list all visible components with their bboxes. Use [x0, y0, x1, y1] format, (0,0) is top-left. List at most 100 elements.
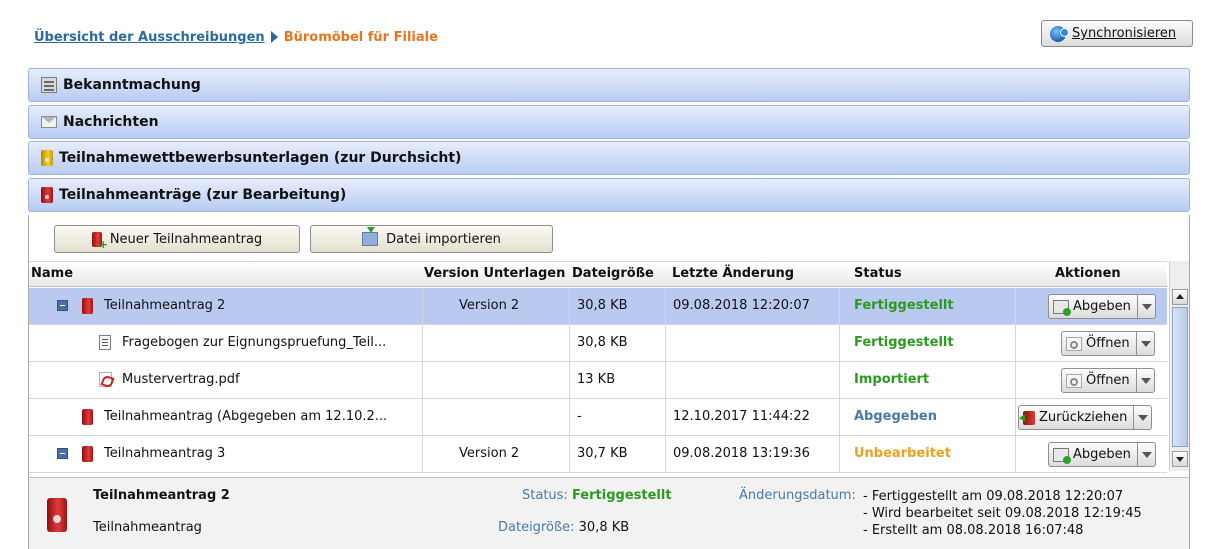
submit-icon — [1053, 299, 1071, 316]
details-size-value: 30,8 KB — [578, 520, 630, 535]
row-status: Importiert — [854, 372, 930, 387]
row-name: Fragebogen zur Eignungspruefung_Teil... — [122, 335, 387, 350]
details-status: Status: Fertiggestellt — [522, 488, 672, 503]
mail-icon — [41, 116, 57, 128]
row-name: Teilnahmeantrag (Abgegeben am 12.10.2... — [104, 409, 388, 424]
breadcrumb-current: Büromöbel für Filiale — [283, 30, 438, 45]
red-binder-icon — [82, 409, 93, 425]
submit-button[interactable]: Abgeben — [1048, 294, 1138, 319]
accordion-label: Nachrichten — [63, 114, 159, 130]
submit-button-label: Abgeben — [1073, 447, 1131, 462]
action-dropdown-chevron-icon[interactable] — [1137, 294, 1156, 319]
column-divider — [839, 288, 840, 324]
accordion-label: Teilnahmeanträge (zur Bearbeitung) — [59, 187, 347, 203]
history-entry: - Wird bearbeitet seit 09.08.2018 12:19:… — [863, 506, 1142, 521]
accordion-label: Teilnahmewettbewerbsunterlagen (zur Durc… — [59, 150, 462, 166]
breadcrumb-separator-icon — [270, 31, 278, 43]
scroll-down-arrow-icon[interactable] — [1172, 451, 1188, 467]
withdraw-button[interactable]: Zurückziehen — [1018, 405, 1135, 430]
row-name: Teilnahmeantrag 3 — [104, 446, 226, 461]
teilnahmeantraege-panel: Neuer Teilnahmeantrag Datei importieren … — [28, 215, 1190, 549]
sync-button[interactable]: Synchronisieren — [1041, 20, 1193, 47]
row-size: 13 KB — [577, 372, 616, 387]
column-divider — [422, 325, 423, 361]
open-button-label: Öffnen — [1086, 336, 1130, 351]
column-divider — [665, 325, 666, 361]
column-divider — [1015, 288, 1016, 324]
row-action: Öffnen — [1061, 331, 1155, 356]
import-file-label: Datei importieren — [386, 231, 501, 247]
withdraw-button-label: Zurückziehen — [1039, 410, 1128, 425]
table-row[interactable]: Teilnahmeantrag 2 Version 2 30,8 KB 09.0… — [29, 288, 1167, 325]
submit-button-label: Abgeben — [1073, 299, 1131, 314]
breadcrumb: Übersicht der Ausschreibungen Büromöbel f… — [34, 30, 438, 45]
row-action: Öffnen — [1061, 368, 1155, 393]
action-dropdown-chevron-icon[interactable] — [1134, 405, 1153, 430]
globe-sync-icon — [1050, 25, 1069, 42]
column-header-size[interactable]: Dateigröße — [572, 266, 654, 281]
column-divider — [665, 288, 666, 324]
action-dropdown-chevron-icon[interactable] — [1137, 442, 1156, 467]
column-divider — [569, 399, 570, 435]
large-red-binder-icon — [47, 498, 67, 532]
scroll-up-arrow-icon[interactable] — [1172, 289, 1188, 305]
table-row[interactable]: Teilnahmeantrag (Abgegeben am 12.10.2...… — [29, 399, 1167, 436]
new-application-button[interactable]: Neuer Teilnahmeantrag — [54, 225, 300, 253]
red-binder-icon — [41, 187, 53, 203]
details-type: Teilnahmeantrag — [93, 520, 202, 535]
row-action: Abgeben — [1048, 294, 1156, 319]
column-divider — [569, 362, 570, 398]
accordion-bekanntmachung[interactable]: Bekanntmachung — [28, 68, 1190, 102]
row-size: 30,8 KB — [577, 335, 628, 350]
sync-button-label: Synchronisieren — [1072, 26, 1177, 41]
action-dropdown-chevron-icon[interactable] — [1136, 368, 1155, 393]
accordion-wettbewerbsunterlagen[interactable]: Teilnahmewettbewerbsunterlagen (zur Durc… — [28, 141, 1190, 175]
details-size-label: Dateigröße: — [498, 520, 575, 535]
details-status-value: Fertiggestellt — [571, 488, 672, 503]
collapse-icon[interactable] — [57, 448, 68, 459]
details-history: - Fertiggestellt am 09.08.2018 12:20:07 … — [863, 488, 1142, 539]
breadcrumb-link-overview[interactable]: Übersicht der Ausschreibungen — [34, 30, 265, 45]
import-icon — [362, 227, 379, 246]
column-header-changed[interactable]: Letzte Änderung — [672, 266, 794, 281]
column-divider — [1015, 436, 1016, 472]
table-row[interactable]: Fragebogen zur Eignungspruefung_Teil... … — [29, 325, 1167, 362]
column-header-name[interactable]: Name — [31, 266, 73, 281]
column-divider — [422, 288, 423, 324]
column-divider — [665, 399, 666, 435]
column-divider — [839, 362, 840, 398]
table-row[interactable]: Mustervertrag.pdf 13 KB Importiert Öffne… — [29, 362, 1167, 399]
details-date-label: Änderungsdatum: — [739, 488, 856, 503]
column-divider — [569, 436, 570, 472]
submit-button[interactable]: Abgeben — [1048, 442, 1138, 467]
open-icon — [1066, 373, 1082, 388]
table-row[interactable]: Teilnahmeantrag 3 Version 2 30,7 KB 09.0… — [29, 436, 1167, 473]
column-divider — [839, 325, 840, 361]
column-divider — [1015, 399, 1016, 435]
row-name: Teilnahmeantrag 2 — [104, 298, 226, 313]
row-changed: 09.08.2018 12:20:07 — [673, 298, 810, 313]
red-binder-icon — [82, 446, 93, 462]
table-scrollbar[interactable] — [1169, 261, 1189, 471]
row-action: Abgeben — [1048, 442, 1156, 467]
details-title: Teilnahmeantrag 2 — [93, 488, 230, 503]
column-header-version[interactable]: Version Unterlagen — [424, 266, 565, 281]
open-icon — [1066, 336, 1082, 351]
table-header: Name Version Unterlagen Dateigröße Letzt… — [29, 261, 1167, 287]
column-divider — [569, 288, 570, 324]
scroll-thumb[interactable] — [1172, 307, 1188, 447]
document-icon — [99, 335, 111, 350]
accordion-nachrichten[interactable]: Nachrichten — [28, 105, 1190, 139]
action-dropdown-chevron-icon[interactable] — [1136, 331, 1155, 356]
row-version: Version 2 — [459, 298, 520, 313]
yellow-binder-icon — [41, 150, 53, 166]
open-button[interactable]: Öffnen — [1061, 368, 1137, 393]
collapse-icon[interactable] — [57, 300, 68, 311]
column-divider — [422, 399, 423, 435]
open-button[interactable]: Öffnen — [1061, 331, 1137, 356]
news-icon — [41, 77, 57, 93]
import-file-button[interactable]: Datei importieren — [310, 225, 553, 253]
accordion-teilnahmeantraege[interactable]: Teilnahmeanträge (zur Bearbeitung) — [28, 178, 1190, 212]
column-header-status[interactable]: Status — [854, 266, 902, 281]
column-divider — [839, 399, 840, 435]
